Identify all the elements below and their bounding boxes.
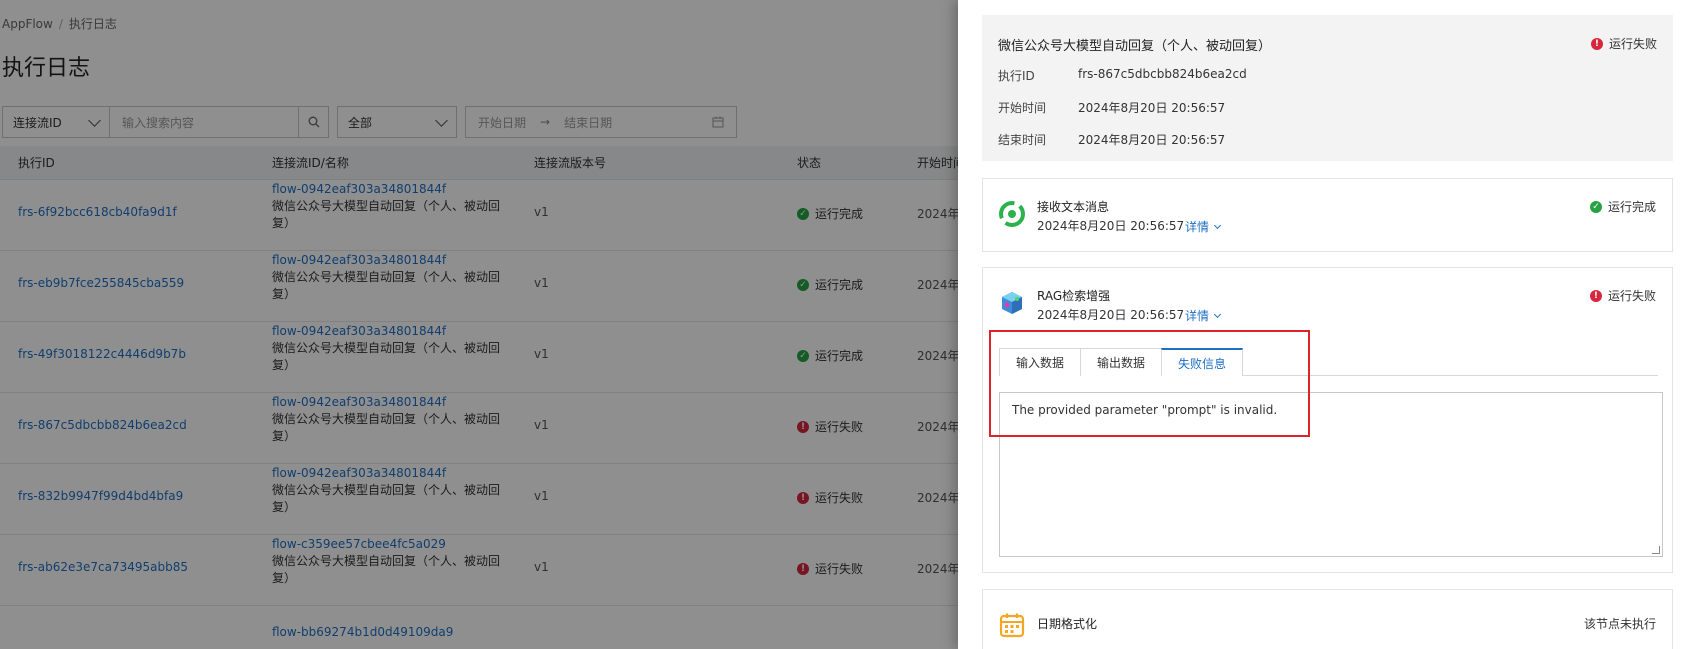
node-time: 2024年8月20日 20:56:57	[1037, 219, 1185, 233]
wechat-icon	[999, 201, 1025, 227]
exec-id-value: frs-867c5dbcbb824b6ea2cd	[1078, 67, 1247, 81]
status-text: 该节点未执行	[1583, 617, 1656, 631]
status-text: 运行完成	[1607, 200, 1656, 214]
chevron-down-icon	[1213, 310, 1222, 318]
summary-title: 微信公众号大模型自动回复（个人、被动回复）	[998, 39, 1272, 54]
start-time-label: 开始时间	[998, 101, 1047, 115]
status-text: 运行失败	[1607, 289, 1656, 303]
error-icon: !	[1589, 289, 1602, 302]
start-time-value: 2024年8月20日 20:56:57	[1078, 101, 1226, 115]
exec-id-row: 执行ID frs-867c5dbcbb824b6ea2cd	[998, 67, 1247, 84]
end-time-label: 结束时间	[998, 133, 1047, 147]
end-time-row: 结束时间 2024年8月20日 20:56:57	[998, 131, 1225, 148]
calendar-icon	[999, 613, 1025, 638]
resize-handle-icon[interactable]	[1652, 546, 1660, 554]
node-card: RAG检索增强 2024年8月20日 20:56:57 详情 ! 运行失败 输入…	[982, 267, 1673, 573]
error-icon: !	[1590, 37, 1603, 50]
node-name: 日期格式化	[1037, 617, 1098, 631]
details-toggle[interactable]: 详情	[1185, 218, 1222, 235]
cube-icon	[1002, 292, 1022, 314]
status-badge: ✓ 运行完成	[1589, 198, 1656, 215]
annotation-highlight-box	[989, 330, 1310, 437]
status-badge: ! 运行失败	[1589, 287, 1656, 304]
execution-summary: 微信公众号大模型自动回复（个人、被动回复） ! 运行失败 执行ID frs-867…	[982, 15, 1673, 161]
exec-id-label: 执行ID	[998, 69, 1035, 83]
start-time-row: 开始时间 2024年8月20日 20:56:57	[998, 99, 1225, 116]
status-badge: ! 运行失败	[1590, 35, 1657, 52]
details-toggle[interactable]: 详情	[1185, 307, 1222, 324]
node-card: 接收文本消息 2024年8月20日 20:56:57 详情 ✓ 运行完成	[982, 178, 1673, 252]
chevron-down-icon	[1213, 221, 1222, 229]
details-label: 详情	[1185, 220, 1210, 234]
node-card: 日期格式化 该节点未执行	[982, 589, 1673, 649]
node-name: RAG检索增强	[1037, 289, 1111, 303]
node-name: 接收文本消息	[1037, 200, 1110, 214]
node-time: 2024年8月20日 20:56:57	[1037, 308, 1185, 322]
check-circle-icon: ✓	[1589, 200, 1602, 213]
end-time-value: 2024年8月20日 20:56:57	[1078, 133, 1226, 147]
details-label: 详情	[1185, 309, 1210, 323]
execution-detail-drawer: 微信公众号大模型自动回复（个人、被动回复） ! 运行失败 执行ID frs-867…	[958, 0, 1697, 649]
status-text: 运行失败	[1608, 37, 1657, 51]
